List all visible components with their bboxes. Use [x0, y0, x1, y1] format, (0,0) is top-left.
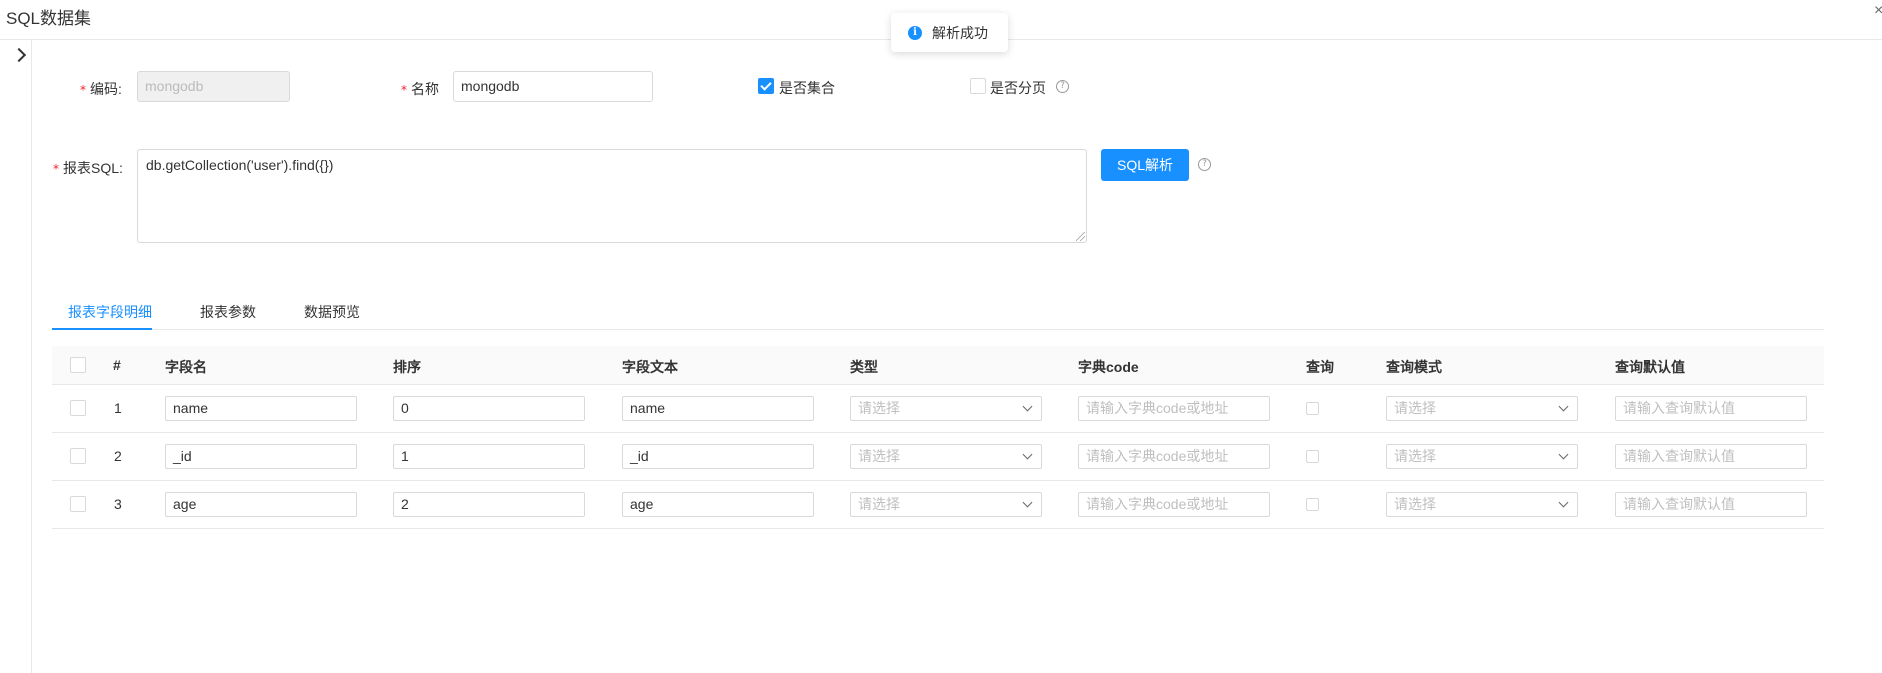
query-mode-placeholder: 请选择 [1394, 496, 1436, 512]
code-label: * 编码: [80, 79, 122, 99]
type-select[interactable]: 请选择 [850, 444, 1042, 469]
col-header-order: 排序 [393, 359, 421, 375]
chevron-down-icon [1022, 449, 1033, 460]
tab-report-params[interactable]: 报表参数 [200, 302, 256, 322]
sql-textarea[interactable]: db.getCollection('user').find({}) [137, 149, 1087, 243]
name-input[interactable]: mongodb [453, 71, 653, 102]
type-select-placeholder: 请选择 [858, 400, 900, 416]
name-label-text: 名称 [411, 81, 439, 97]
field-name-input[interactable]: age [165, 492, 357, 517]
info-icon: i [908, 25, 922, 40]
query-mode-placeholder: 请选择 [1394, 400, 1436, 416]
type-select[interactable]: 请选择 [850, 396, 1042, 421]
side-panel-toggle-strip [0, 40, 32, 673]
field-text-input[interactable]: name [622, 396, 814, 421]
code-input: mongodb [137, 71, 290, 102]
page-title: SQL数据集 [6, 9, 92, 28]
sql-label: * 报表SQL: [53, 158, 123, 178]
col-header-dict-code: 字典code [1078, 359, 1139, 375]
col-header-query-default: 查询默认值 [1615, 359, 1685, 375]
chevron-down-icon [1558, 497, 1569, 508]
is-paged-label: 是否分页 [990, 80, 1046, 96]
code-label-text: 编码: [90, 81, 122, 97]
name-label: * 名称 [401, 79, 439, 99]
order-input[interactable]: 0 [393, 396, 585, 421]
col-header-query: 查询 [1306, 359, 1334, 375]
tab-bar: 报表字段明细 报表参数 数据预览 [52, 298, 1824, 330]
query-default-input[interactable]: 请输入查询默认值 [1615, 396, 1807, 421]
resize-handle-icon[interactable] [1076, 232, 1085, 241]
question-circle-icon[interactable]: ? [1056, 80, 1069, 93]
type-select-placeholder: 请选择 [858, 496, 900, 512]
row-index: 3 [114, 496, 122, 512]
table-row: 3 age 2 age 请选择 请输入字典code或地址 请选择 请输入查询默认… [52, 481, 1824, 529]
query-checkbox[interactable] [1306, 402, 1319, 415]
type-select[interactable]: 请选择 [850, 492, 1042, 517]
chevron-down-icon [1558, 449, 1569, 460]
sql-label-text: 报表SQL: [63, 160, 123, 176]
field-text-input[interactable]: age [622, 492, 814, 517]
field-text-input[interactable]: _id [622, 444, 814, 469]
required-mark: * [80, 83, 86, 97]
sql-text: db.getCollection('user').find({}) [146, 157, 334, 173]
dict-code-input[interactable]: 请输入字典code或地址 [1078, 492, 1270, 517]
dict-code-input[interactable]: 请输入字典code或地址 [1078, 444, 1270, 469]
query-mode-placeholder: 请选择 [1394, 448, 1436, 464]
col-header-type: 类型 [850, 359, 878, 375]
query-mode-select[interactable]: 请选择 [1386, 396, 1578, 421]
is-collection-checkbox[interactable] [758, 78, 774, 94]
row-index: 2 [114, 448, 122, 464]
col-header-field-name: 字段名 [165, 359, 207, 375]
tab-field-details[interactable]: 报表字段明细 [68, 302, 152, 322]
row-index: 1 [114, 400, 122, 416]
query-default-input[interactable]: 请输入查询默认值 [1615, 492, 1807, 517]
required-mark: * [401, 83, 407, 97]
col-header-query-mode: 查询模式 [1386, 359, 1442, 375]
row-checkbox[interactable] [70, 448, 86, 464]
order-input[interactable]: 1 [393, 444, 585, 469]
active-tab-indicator [52, 328, 152, 330]
table-row: 2 _id 1 _id 请选择 请输入字典code或地址 请选择 请输入查询默认… [52, 433, 1824, 481]
chevron-down-icon [1022, 401, 1033, 412]
is-collection-label: 是否集合 [779, 80, 835, 96]
table-row: 1 name 0 name 请选择 请输入字典code或地址 请选择 请输入查询… [52, 385, 1824, 433]
select-all-checkbox[interactable] [70, 357, 86, 373]
is-paged-checkbox[interactable] [970, 78, 986, 94]
dict-code-input[interactable]: 请输入字典code或地址 [1078, 396, 1270, 421]
success-toast: i 解析成功 [891, 13, 1008, 52]
query-mode-select[interactable]: 请选择 [1386, 492, 1578, 517]
sql-parse-button[interactable]: SQL解析 [1101, 149, 1189, 181]
field-name-input[interactable]: name [165, 396, 357, 421]
query-default-input[interactable]: 请输入查询默认值 [1615, 444, 1807, 469]
row-checkbox[interactable] [70, 496, 86, 512]
question-circle-icon[interactable]: ? [1198, 158, 1211, 171]
tab-data-preview[interactable]: 数据预览 [304, 302, 360, 322]
chevron-down-icon [1558, 401, 1569, 412]
field-name-input[interactable]: _id [165, 444, 357, 469]
query-checkbox[interactable] [1306, 450, 1319, 463]
col-header-field-text: 字段文本 [622, 359, 678, 375]
required-mark: * [53, 162, 59, 176]
close-icon[interactable]: × [1874, 2, 1882, 20]
toast-message: 解析成功 [932, 24, 988, 41]
row-checkbox[interactable] [70, 400, 86, 416]
chevron-down-icon [1022, 497, 1033, 508]
query-mode-select[interactable]: 请选择 [1386, 444, 1578, 469]
table-header: # 字段名 排序 字段文本 类型 字典code 查询 查询模式 查询默认值 [52, 346, 1824, 385]
query-checkbox[interactable] [1306, 498, 1319, 511]
col-header-index: # [113, 357, 121, 373]
order-input[interactable]: 2 [393, 492, 585, 517]
type-select-placeholder: 请选择 [858, 448, 900, 464]
